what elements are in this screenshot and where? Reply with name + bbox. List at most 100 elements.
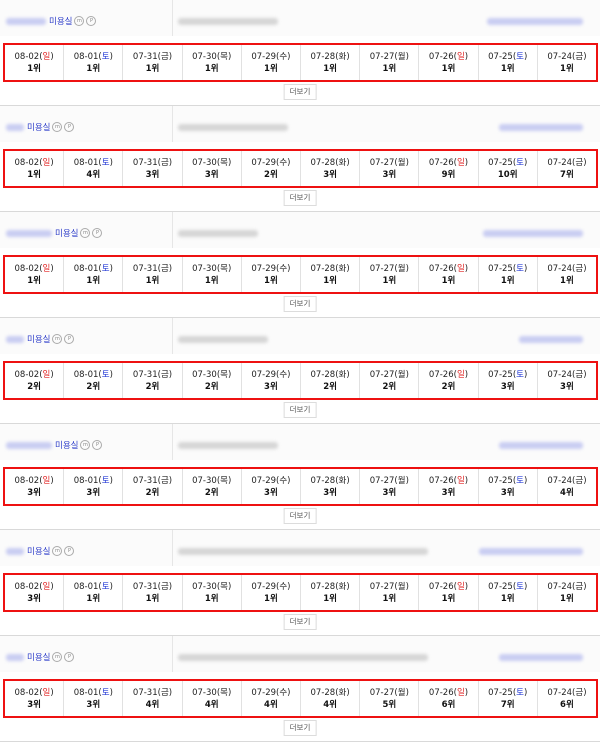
rank-cell: 07-28(화) 1위 (301, 575, 361, 610)
shop-name[interactable]: 미용실 (27, 333, 50, 345)
rank-cell: 07-29(수) 2위 (242, 151, 302, 186)
rank-value: 2위 (145, 381, 160, 392)
day-of-week: 월 (397, 581, 406, 592)
date-text: 07-30 (192, 369, 217, 380)
redacted-link (499, 654, 583, 661)
rank-value: 2위 (441, 381, 456, 392)
day-of-week: 토 (516, 687, 524, 698)
paren: ) (168, 51, 173, 62)
day-of-week: 수 (279, 475, 288, 486)
paren: ) (583, 157, 587, 168)
rank-cell: 07-25(토) 10위 (479, 151, 538, 186)
more-button[interactable]: 더보기 (283, 614, 317, 630)
rank-cell: 07-27(월) 3위 (360, 469, 420, 504)
shop-title[interactable]: 미용실 m P (6, 438, 103, 452)
rank-date: 07-31(금) (133, 369, 172, 381)
column-divider (172, 530, 173, 566)
day-of-week: 일 (456, 369, 465, 380)
rank-cell: 07-26(일) 9위 (419, 151, 479, 186)
day-of-week: 목 (220, 687, 228, 698)
paren: ) (109, 263, 113, 274)
day-of-week: 금 (160, 581, 169, 592)
date-text: 07-26 (428, 687, 454, 698)
day-of-week: 토 (516, 369, 524, 380)
shop-title[interactable]: 미용실 m P (6, 14, 97, 28)
day-of-week: 금 (575, 157, 584, 168)
date-text: 07-25 (488, 581, 513, 592)
paren: ) (168, 687, 173, 698)
paren: ) (346, 475, 350, 486)
shop-title[interactable]: 미용실 m P (6, 226, 103, 240)
rank-date: 07-24(금) (547, 51, 586, 63)
redacted-link (519, 336, 583, 343)
redacted-address (178, 442, 278, 449)
shop-title[interactable]: 미용실 m P (6, 650, 75, 664)
map-badge-icon: m (74, 16, 85, 26)
rank-cell: 07-26(일) 6위 (419, 681, 479, 716)
rank-date: 08-01(토) (74, 157, 113, 169)
rank-cell: 08-02(일) 1위 (5, 151, 65, 186)
paren: ) (523, 581, 528, 592)
day-of-week: 월 (397, 687, 406, 698)
shop-header: 미용실 m P (0, 424, 600, 460)
rank-date: 07-26(일) (429, 581, 468, 593)
shop-name[interactable]: 미용실 (27, 545, 50, 557)
rank-value: 2위 (86, 381, 101, 392)
day-of-week: 일 (456, 687, 465, 698)
day-of-week: 금 (160, 687, 169, 698)
date-text: 07-27 (369, 369, 395, 380)
day-of-week: 수 (279, 369, 288, 380)
date-text: 08-02 (14, 369, 40, 380)
shop-title[interactable]: 미용실 m P (6, 332, 75, 346)
rank-value: 3위 (86, 487, 101, 498)
more-button[interactable]: 더보기 (283, 296, 317, 312)
shop-name[interactable]: 미용실 (49, 15, 72, 27)
rank-date: 07-24(금) (547, 687, 586, 699)
rank-value: 3위 (323, 487, 337, 498)
shop-name[interactable]: 미용실 (55, 227, 78, 239)
shop-name[interactable]: 미용실 (27, 121, 50, 133)
shop-title[interactable]: 미용실 m P (6, 120, 75, 134)
day-of-week: 목 (220, 369, 228, 380)
redacted-address (178, 548, 428, 555)
date-text: 07-24 (547, 581, 573, 592)
place-badge-icon: P (64, 334, 75, 344)
more-button[interactable]: 더보기 (283, 508, 317, 524)
shop-block: 미용실 m P 08-02(일) 1위 08-01(토) 1위 07-31(금) 1위 07-30… (0, 212, 600, 318)
more-button[interactable]: 더보기 (283, 84, 317, 100)
shop-name[interactable]: 미용실 (27, 651, 50, 663)
date-text: 08-01 (73, 475, 99, 486)
rank-value: 2위 (145, 487, 160, 498)
day-of-week: 일 (456, 263, 465, 274)
paren: ) (168, 475, 173, 486)
paren: ) (109, 475, 113, 486)
date-text: 08-01 (73, 263, 99, 274)
rank-cell: 07-31(금) 3위 (123, 151, 183, 186)
more-button[interactable]: 더보기 (283, 402, 317, 418)
rank-value: 1위 (204, 593, 219, 604)
rank-date: 07-25(토) (488, 51, 527, 63)
rank-date: 07-31(금) (133, 687, 172, 699)
shop-title[interactable]: 미용실 m P (6, 544, 75, 558)
rank-value: 3위 (264, 381, 278, 392)
rank-cell: 07-30(목) 1위 (183, 45, 242, 80)
rank-date: 07-27(월) (370, 51, 409, 63)
place-badge-icon: P (92, 440, 103, 450)
date-text: 07-28 (310, 687, 336, 698)
rank-cell: 07-29(수) 3위 (242, 469, 302, 504)
day-of-week: 수 (279, 157, 288, 168)
rank-cell: 07-29(수) 1위 (242, 45, 302, 80)
shop-header: 미용실 m P (0, 212, 600, 248)
rank-value: 1위 (264, 63, 278, 74)
paren: ) (227, 581, 232, 592)
rank-cell: 07-28(화) 4위 (301, 681, 361, 716)
more-button[interactable]: 더보기 (283, 190, 317, 206)
day-of-week: 목 (220, 51, 228, 62)
date-text: 08-02 (14, 687, 40, 698)
rank-cell: 07-28(화) 3위 (301, 469, 361, 504)
place-badge-icon: P (64, 546, 75, 556)
more-button[interactable]: 더보기 (283, 720, 317, 736)
date-text: 07-31 (132, 687, 158, 698)
rank-date: 07-29(수) (251, 263, 290, 275)
shop-name[interactable]: 미용실 (55, 439, 78, 451)
